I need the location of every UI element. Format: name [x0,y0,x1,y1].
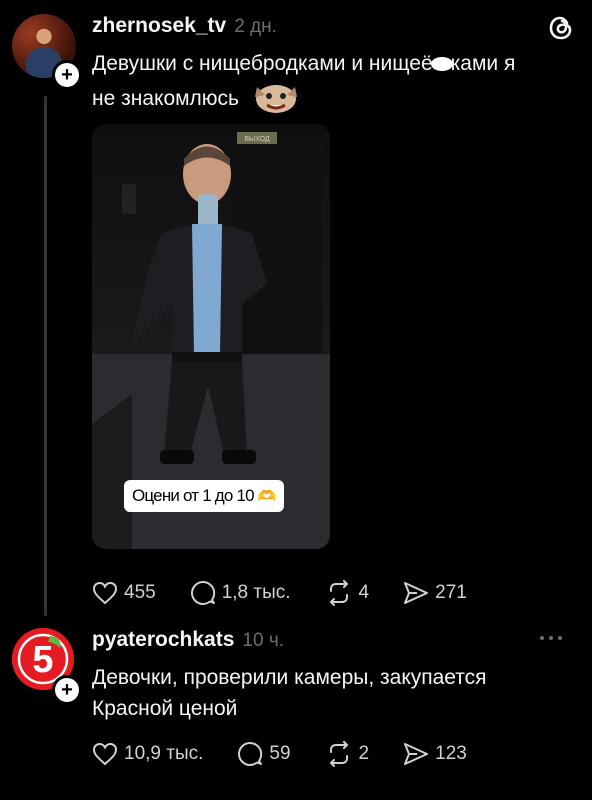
exit-sign-text: ВЫХОД [244,136,270,143]
like-button[interactable]: 455 [92,581,156,605]
post-text-line1: Девушки с нищебродками и нищеё [92,52,433,75]
more-options-icon[interactable] [540,636,562,640]
threads-logo-icon[interactable] [548,14,574,42]
reply-text: Девочки, проверили камеры, закупается Кр… [92,662,572,724]
repost-icon [329,580,348,606]
repost-button[interactable]: 4 [325,580,370,606]
share-icon [404,582,429,604]
reply-text-line1: Девочки, проверили камеры, закупается [92,666,487,689]
share-button[interactable]: 271 [403,581,467,605]
reply-button[interactable]: 1,8 тыс. [190,580,291,606]
comment-icon [190,581,215,605]
post-text-line2: не знакомлюсь [92,86,239,110]
reply-button[interactable]: 59 [237,741,291,767]
thread-line [44,96,47,616]
comment-icon [238,742,263,766]
share-count: 271 [435,582,467,603]
repost-button[interactable]: 2 [325,741,370,767]
post-actions: 455 1,8 тыс. 4 271 [92,580,501,606]
reply-time: 10 ч. [242,630,284,651]
dog-emoji-icon [249,79,303,117]
post-time: 2 дн. [234,16,277,37]
repost-count: 4 [358,582,370,603]
post-header: zhernosek_tv 2 дн. [92,14,277,38]
photo-sticker: Оцени от 1 до 10 🫶 [124,480,284,512]
post-username[interactable]: zhernosek_tv [92,14,226,38]
like-count: 455 [124,582,156,603]
share-icon [404,743,429,765]
post-text: Девушки с нищебродками и нищеё ками я не … [92,48,572,117]
blur-emoji-icon [430,57,453,72]
reply-count: 1,8 тыс. [221,582,291,603]
share-count: 123 [435,743,467,764]
repost-count: 2 [358,743,370,764]
reply-actions: 10,9 тыс. 59 2 123 [92,741,501,767]
like-button[interactable]: 10,9 тыс. [92,742,203,766]
heart-icon [92,581,118,605]
share-button[interactable]: 123 [403,742,467,766]
reply-username[interactable]: pyaterochkats [92,628,234,652]
post-text-line1-end: ками я [450,52,516,75]
reply-header: pyaterochkats 10 ч. [92,628,284,652]
reply-text-line2: Красной ценой [92,697,238,720]
plus-icon[interactable]: + [52,675,82,705]
logo-text: 5 [32,639,53,681]
reply-count: 59 [269,743,291,764]
heart-hands-emoji-icon: 🫶 [257,488,277,505]
plus-icon[interactable]: + [52,60,82,90]
like-count: 10,9 тыс. [124,743,204,764]
heart-icon [92,742,118,766]
repost-icon [329,741,348,767]
photo-sticker-text: Оцени от 1 до 10 [132,486,255,505]
